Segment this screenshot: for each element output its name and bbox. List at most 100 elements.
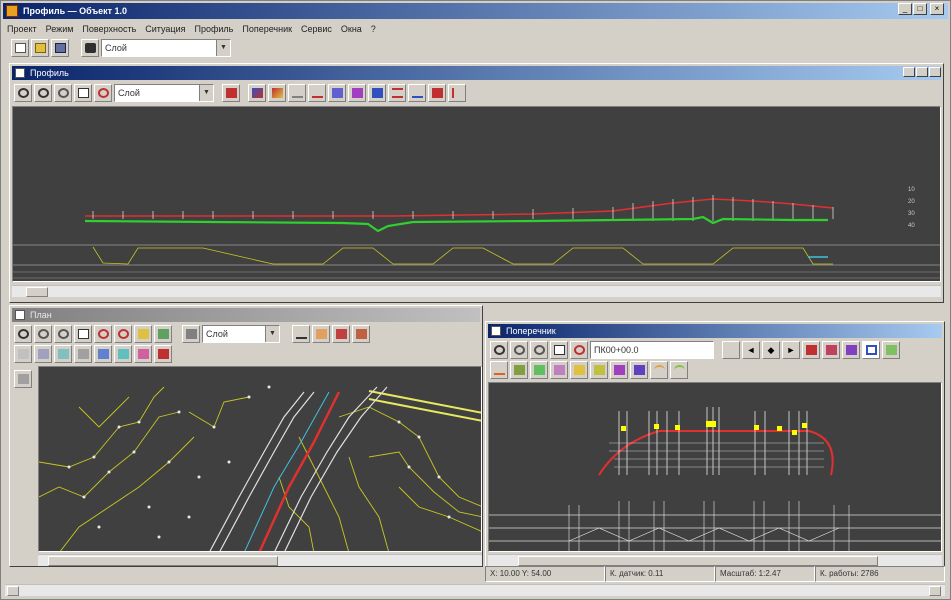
plan-canvas[interactable] xyxy=(38,366,482,552)
cross-tool-9[interactable] xyxy=(550,361,568,379)
profile-tool-4[interactable] xyxy=(288,84,306,102)
plan-tool-7[interactable] xyxy=(34,345,52,363)
pan-button[interactable] xyxy=(74,84,92,102)
profile-tool-1[interactable] xyxy=(222,84,240,102)
menu-surface[interactable]: Поверхность xyxy=(82,24,136,34)
profile-window-title: Профиль xyxy=(30,68,69,78)
cross-tool-6[interactable] xyxy=(490,361,508,379)
cross-zoom-out-button[interactable] xyxy=(530,341,548,359)
plan-tool-12[interactable] xyxy=(134,345,152,363)
plan-tool-1[interactable] xyxy=(134,325,152,343)
plan-layers-button[interactable] xyxy=(182,325,200,343)
cross-tool-8[interactable] xyxy=(530,361,548,379)
profile-maximize-button[interactable] xyxy=(916,67,928,77)
zoom-out-button[interactable] xyxy=(54,84,72,102)
menu-mode[interactable]: Режим xyxy=(46,24,74,34)
open-file-button[interactable] xyxy=(31,39,49,57)
profile-tool-9[interactable] xyxy=(388,84,406,102)
cross-tool-1[interactable] xyxy=(802,341,820,359)
profile-tool-5[interactable] xyxy=(308,84,326,102)
cross-hscrollbar[interactable] xyxy=(488,554,942,566)
plan-tool-4[interactable] xyxy=(332,325,350,343)
cross-zoom-in-button[interactable] xyxy=(510,341,528,359)
prev-station-button[interactable]: ◆ xyxy=(762,341,780,359)
plan-tool-3[interactable] xyxy=(312,325,330,343)
profile-canvas[interactable]: 10 20 30 40 xyxy=(12,106,941,282)
profile-layer-select[interactable]: Слой ▼ xyxy=(114,84,214,102)
menu-service[interactable]: Сервис xyxy=(301,24,332,34)
plan-tool-11[interactable] xyxy=(114,345,132,363)
main-hscroll-left[interactable] xyxy=(7,586,19,596)
refresh-button[interactable] xyxy=(94,84,112,102)
close-button[interactable]: × xyxy=(930,3,944,15)
menu-profile[interactable]: Профиль xyxy=(194,24,233,34)
plan-text-button[interactable] xyxy=(292,325,310,343)
cross-refresh-button[interactable] xyxy=(570,341,588,359)
zoom-button[interactable] xyxy=(14,84,32,102)
cross-tool-2[interactable] xyxy=(822,341,840,359)
cross-tool-13[interactable] xyxy=(630,361,648,379)
cross-blank-button[interactable] xyxy=(722,341,740,359)
layers-button[interactable] xyxy=(81,39,99,57)
plan-zoom-in-button[interactable] xyxy=(34,325,52,343)
plan-tool-8[interactable] xyxy=(54,345,72,363)
first-station-button[interactable]: ◄ xyxy=(742,341,760,359)
save-button[interactable] xyxy=(51,39,69,57)
plan-layer-select[interactable]: Слой ▼ xyxy=(202,325,280,343)
plan-zoom-all-button[interactable] xyxy=(114,325,132,343)
profile-hscrollbar[interactable] xyxy=(12,285,941,297)
menu-project[interactable]: Проект xyxy=(7,24,37,34)
menu-situation[interactable]: Ситуация xyxy=(145,24,185,34)
plan-tool-10[interactable] xyxy=(94,345,112,363)
plan-zoom-out-button[interactable] xyxy=(54,325,72,343)
cross-tool-15[interactable] xyxy=(670,361,688,379)
contour-icon xyxy=(157,329,169,339)
profile-tool-11[interactable] xyxy=(428,84,446,102)
plan-side-button[interactable] xyxy=(14,370,32,388)
cross-tool-12[interactable] xyxy=(610,361,628,379)
minimize-button[interactable]: _ xyxy=(898,3,912,15)
plan-pan-button[interactable] xyxy=(74,325,92,343)
profile-tool-6[interactable] xyxy=(328,84,346,102)
cross-tool-10[interactable] xyxy=(570,361,588,379)
plan-hscrollbar[interactable] xyxy=(38,554,482,566)
new-file-button[interactable] xyxy=(11,39,29,57)
zoom-in-button[interactable] xyxy=(34,84,52,102)
cross-tool-4[interactable] xyxy=(862,341,880,359)
menu-windows[interactable]: Окна xyxy=(341,24,362,34)
cross-tool-3[interactable] xyxy=(842,341,860,359)
main-layer-select[interactable]: Слой ▼ xyxy=(101,39,231,57)
profile-tool-2[interactable] xyxy=(248,84,266,102)
cross-zoom-button[interactable] xyxy=(490,341,508,359)
plan-zoom-window-button[interactable] xyxy=(94,325,112,343)
cross-section-canvas[interactable] xyxy=(488,382,942,552)
plan-tool-2[interactable] xyxy=(154,325,172,343)
plan-zoom-button[interactable] xyxy=(14,325,32,343)
next-station-button[interactable]: ► xyxy=(782,341,800,359)
main-hscrollbar[interactable] xyxy=(5,584,945,596)
main-hscroll-right[interactable] xyxy=(929,586,941,596)
menu-help[interactable]: ? xyxy=(371,24,376,34)
plan-hscroll-thumb[interactable] xyxy=(48,556,278,566)
profile-tool-3[interactable] xyxy=(268,84,286,102)
plan-tool-13[interactable] xyxy=(154,345,172,363)
maximize-button[interactable]: □ xyxy=(913,3,927,15)
profile-hscroll-thumb[interactable] xyxy=(26,287,48,297)
cross-tool-5[interactable] xyxy=(882,341,900,359)
profile-minimize-button[interactable] xyxy=(903,67,915,77)
profile-tool-12[interactable] xyxy=(448,84,466,102)
profile-tool-8[interactable] xyxy=(368,84,386,102)
profile-tool-7[interactable] xyxy=(348,84,366,102)
cross-pan-button[interactable] xyxy=(550,341,568,359)
cross-tool-11[interactable] xyxy=(590,361,608,379)
menu-cross-section[interactable]: Поперечник xyxy=(242,24,292,34)
profile-close-button[interactable] xyxy=(929,67,941,77)
profile-tool-10[interactable] xyxy=(408,84,426,102)
cross-hscroll-thumb[interactable] xyxy=(518,556,878,566)
cross-tool-14[interactable] xyxy=(650,361,668,379)
cross-station-select[interactable]: ПК00+00.0 xyxy=(590,341,714,359)
plan-tool-9[interactable] xyxy=(74,345,92,363)
plan-tool-6[interactable] xyxy=(14,345,32,363)
plan-tool-5[interactable] xyxy=(352,325,370,343)
cross-tool-7[interactable] xyxy=(510,361,528,379)
